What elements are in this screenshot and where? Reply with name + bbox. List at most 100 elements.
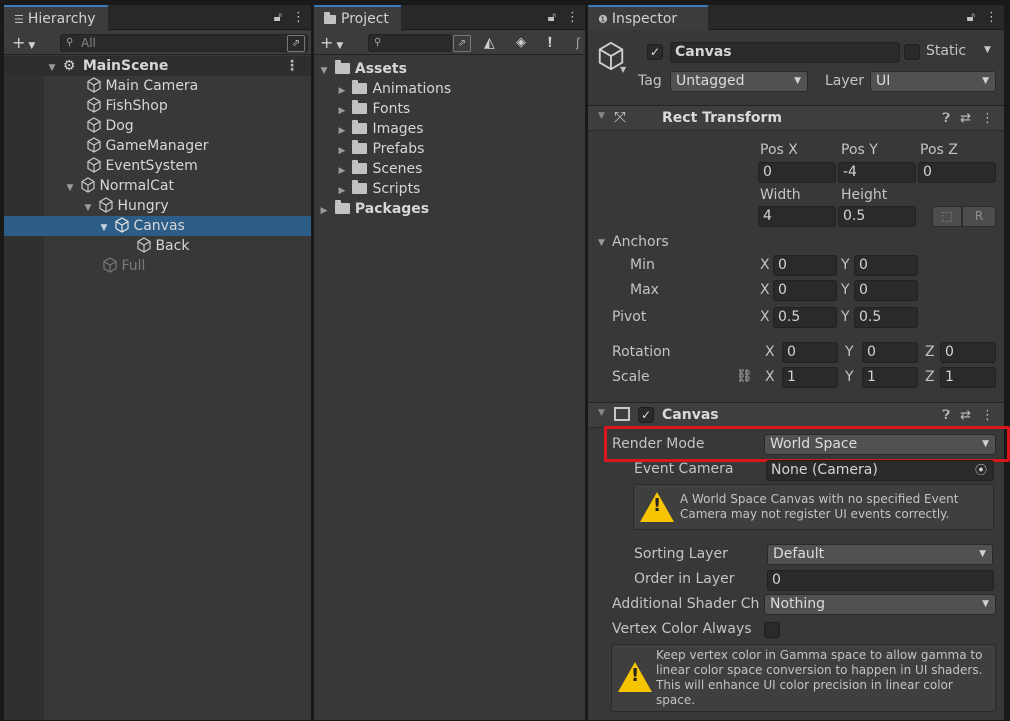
chevron-down-icon[interactable]: ▼ xyxy=(984,45,991,55)
tab-project[interactable]: Project xyxy=(314,5,401,30)
additional-shader-dropdown[interactable]: Nothing ▼ xyxy=(764,594,996,615)
search-options-icon[interactable]: ⇗ xyxy=(453,35,471,52)
hierarchy-item-canvas[interactable]: ▼ Canvas xyxy=(4,216,311,236)
hierarchy-item-gamemanager[interactable]: GameManager xyxy=(4,136,311,156)
help-icon[interactable]: ❓︎ xyxy=(942,408,950,423)
object-picker-icon[interactable]: ⦿ xyxy=(975,461,987,480)
project-folder-scenes[interactable]: ▶ Scenes xyxy=(314,159,585,179)
rotation-y-input[interactable]: 0 xyxy=(862,342,918,363)
lock-icon[interactable]: 🔓︎ xyxy=(548,10,556,25)
preset-icon[interactable]: ⇄ xyxy=(960,111,971,126)
additional-shader-value: Nothing xyxy=(770,596,826,612)
kebab-menu-icon[interactable]: ⋮ xyxy=(981,408,994,423)
kebab-menu-icon[interactable]: ⋮ xyxy=(566,10,579,25)
collapse-arrow-icon[interactable]: ▶ xyxy=(336,181,348,201)
hierarchy-item-fishshop[interactable]: FishShop xyxy=(4,96,311,116)
anchor-min-x-input[interactable]: 0 xyxy=(773,255,837,276)
chevron-down-icon[interactable]: ▼ xyxy=(620,65,626,74)
scale-z-input[interactable]: 1 xyxy=(940,367,996,388)
width-input[interactable]: 4 xyxy=(758,206,836,227)
y-label: Y xyxy=(845,369,854,385)
pos-x-input[interactable]: 0 xyxy=(758,162,836,183)
expand-arrow-icon[interactable]: ▼ xyxy=(318,61,330,81)
pos-z-input[interactable]: 0 xyxy=(918,162,996,183)
hierarchy-item-back[interactable]: Back xyxy=(4,236,311,256)
layer-dropdown[interactable]: UI ▼ xyxy=(870,71,996,92)
project-item-packages[interactable]: ▶ Packages xyxy=(314,199,585,219)
expand-arrow-icon[interactable]: ▼ xyxy=(598,238,605,248)
anchor-max-y-input[interactable]: 0 xyxy=(854,280,918,301)
hierarchy-item-full[interactable]: Full xyxy=(4,256,311,276)
create-button[interactable]: + ▼ xyxy=(12,32,35,54)
tag-dropdown[interactable]: Untagged ▼ xyxy=(670,71,808,92)
scale-y-input[interactable]: 1 xyxy=(862,367,918,388)
hierarchy-item-main-camera[interactable]: Main Camera xyxy=(4,76,311,96)
static-checkbox[interactable] xyxy=(904,44,920,60)
hidden-packages-icon[interactable]: ʃ xyxy=(576,32,580,54)
expand-arrow-icon[interactable]: ▼ xyxy=(98,218,110,238)
collapse-arrow-icon[interactable]: ▶ xyxy=(336,81,348,101)
lock-icon[interactable]: 🔓︎ xyxy=(967,10,975,25)
collapse-arrow-icon[interactable]: ▼ xyxy=(598,408,605,418)
expand-arrow-icon[interactable]: ▼ xyxy=(82,198,94,218)
collapse-arrow-icon[interactable]: ▼ xyxy=(598,111,605,121)
lock-icon[interactable]: 🔓︎ xyxy=(274,10,282,25)
expand-arrow-icon[interactable]: ▼ xyxy=(64,178,76,198)
project-folder-images[interactable]: ▶ Images xyxy=(314,119,585,139)
canvas-enabled-checkbox[interactable]: ✓ xyxy=(638,407,654,423)
canvas-component-header[interactable]: ▼ ✓ Canvas ❓︎ ⇄ ⋮ xyxy=(588,402,1004,428)
kebab-menu-icon[interactable]: ⋮ xyxy=(285,56,299,76)
project-item-assets[interactable]: ▼ Assets xyxy=(314,59,585,79)
rotation-z-input[interactable]: 0 xyxy=(940,342,996,363)
pivot-x-input[interactable]: 0.5 xyxy=(773,307,837,328)
hierarchy-item-mainscene[interactable]: ▼ ⚙︎ MainScene ⋮ xyxy=(4,56,311,76)
active-checkbox[interactable]: ✓ xyxy=(647,44,663,60)
sorting-layer-dropdown[interactable]: Default ▼ xyxy=(767,544,993,565)
hierarchy-item-dog[interactable]: Dog xyxy=(4,116,311,136)
hierarchy-item-hungry[interactable]: ▼ Hungry xyxy=(4,196,311,216)
search-options-icon[interactable]: ⇗ xyxy=(287,35,305,52)
project-folder-animations[interactable]: ▶ Animations xyxy=(314,79,585,99)
event-camera-field[interactable]: None (Camera) ⦿ xyxy=(766,460,994,481)
render-mode-dropdown[interactable]: World Space ▼ xyxy=(764,434,996,455)
filter-by-label-icon[interactable]: ◈ xyxy=(516,32,526,54)
project-folder-scripts[interactable]: ▶ Scripts xyxy=(314,179,585,199)
hierarchy-search-input[interactable]: ⚲ All xyxy=(60,34,308,52)
create-asset-button[interactable]: + ▼ xyxy=(320,32,343,54)
kebab-menu-icon[interactable]: ⋮ xyxy=(985,10,998,25)
height-input[interactable]: 0.5 xyxy=(838,206,916,227)
rotation-x-input[interactable]: 0 xyxy=(782,342,838,363)
collapse-arrow-icon[interactable]: ▶ xyxy=(336,121,348,141)
hierarchy-item-eventsystem[interactable]: EventSystem xyxy=(4,156,311,176)
project-folder-fonts[interactable]: ▶ Fonts xyxy=(314,99,585,119)
scale-x-input[interactable]: 1 xyxy=(782,367,838,388)
project-folder-prefabs[interactable]: ▶ Prefabs xyxy=(314,139,585,159)
preset-icon[interactable]: ⇄ xyxy=(960,408,971,423)
warning-filter-icon[interactable]: ❗︎ xyxy=(548,32,552,54)
hierarchy-item-label: MainScene xyxy=(82,58,169,74)
pos-y-input[interactable]: -4 xyxy=(838,162,916,183)
rect-transform-header[interactable]: ▼ ⤧ Rect Transform ❓︎ ⇄ ⋮ xyxy=(588,105,1004,131)
anchor-min-y-input[interactable]: 0 xyxy=(854,255,918,276)
filter-by-type-icon[interactable]: ◭ xyxy=(484,32,495,54)
kebab-menu-icon[interactable]: ⋮ xyxy=(292,10,305,25)
anchor-max-x-input[interactable]: 0 xyxy=(773,280,837,301)
blueprint-mode-button[interactable]: ⬚ xyxy=(932,206,962,227)
expand-arrow-icon[interactable]: ▼ xyxy=(46,58,58,78)
hierarchy-item-normalcat[interactable]: ▼ NormalCat xyxy=(4,176,311,196)
collapse-arrow-icon[interactable]: ▶ xyxy=(318,201,330,221)
constrain-proportions-icon[interactable]: ⛓︎ xyxy=(736,369,753,384)
tab-hierarchy[interactable]: ☰ Hierarchy xyxy=(4,5,108,30)
project-search-input[interactable]: ⚲ xyxy=(368,34,452,52)
help-icon[interactable]: ❓︎ xyxy=(942,111,950,126)
vertex-color-checkbox[interactable] xyxy=(764,622,780,638)
collapse-arrow-icon[interactable]: ▶ xyxy=(336,161,348,181)
tab-inspector[interactable]: ❶ Inspector xyxy=(588,5,708,30)
collapse-arrow-icon[interactable]: ▶ xyxy=(336,101,348,121)
order-in-layer-input[interactable]: 0 xyxy=(767,570,994,591)
collapse-arrow-icon[interactable]: ▶ xyxy=(336,141,348,161)
raw-edit-button[interactable]: R xyxy=(962,206,996,227)
pivot-y-input[interactable]: 0.5 xyxy=(854,307,918,328)
object-name-input[interactable]: Canvas xyxy=(670,42,900,63)
kebab-menu-icon[interactable]: ⋮ xyxy=(981,111,994,126)
